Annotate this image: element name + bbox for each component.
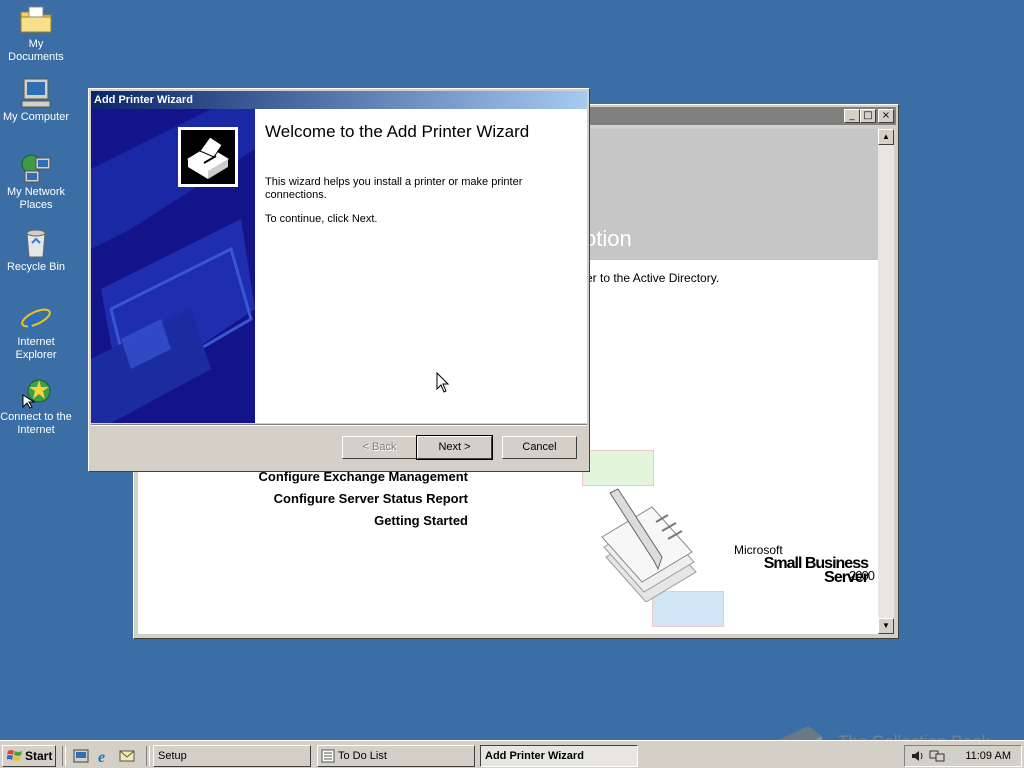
mouse-cursor-icon <box>436 372 450 393</box>
desktop-icon-label: Recycle Bin <box>6 261 66 273</box>
start-button[interactable]: Start <box>2 745 56 767</box>
internet-explorer-icon[interactable]: e <box>96 748 112 764</box>
wizard-description: This wizard helps you install a printer … <box>265 176 523 201</box>
back-button[interactable]: < Back <box>342 436 417 459</box>
volume-icon[interactable] <box>911 749 925 763</box>
windows-logo-icon <box>7 750 22 761</box>
taskbar-divider <box>62 746 66 766</box>
maximize-button[interactable]: □ <box>860 109 876 123</box>
vertical-scrollbar[interactable]: ▲ ▼ <box>878 129 894 634</box>
desktop-icon-recycle-bin[interactable]: Recycle Bin <box>0 227 72 274</box>
svg-text:e: e <box>98 749 105 764</box>
desktop-icon-label: Connect to the Internet <box>0 411 72 436</box>
desktop-icon-internet-explorer[interactable]: e Internet Explorer <box>0 302 72 362</box>
decorative-green-rect <box>582 450 654 486</box>
add-printer-wizard-dialog[interactable]: Add Printer Wizard Welcome to the Add Pr… <box>88 88 590 472</box>
internet-explorer-icon: e <box>21 305 51 334</box>
desktop-icon-my-computer[interactable]: My Computer <box>0 77 72 124</box>
wizard-instruction: To continue, click Next. <box>265 213 378 225</box>
desktop-icon-label: My Network Places <box>6 186 66 211</box>
task-label: Add Printer Wizard <box>485 750 584 762</box>
close-button[interactable]: × <box>878 109 894 123</box>
network-status-icon[interactable] <box>929 749 945 763</box>
task-label: Setup <box>158 750 187 762</box>
minimize-button[interactable]: _ <box>844 109 860 123</box>
desktop-icon-label: Internet Explorer <box>15 336 57 361</box>
wizard-title: Add Printer Wizard <box>94 94 193 106</box>
scroll-down-arrow-icon[interactable]: ▼ <box>878 618 894 634</box>
wizard-titlebar[interactable]: Add Printer Wizard <box>91 91 587 109</box>
svg-text:e: e <box>27 305 39 334</box>
system-tray: 11:09 AM <box>904 745 1022 767</box>
taskbar: Start e Setup To Do List Add Printer Wiz… <box>0 740 1024 768</box>
task-label: To Do List <box>338 750 387 762</box>
show-desktop-icon[interactable] <box>73 748 89 764</box>
printer-icon <box>178 127 238 187</box>
task-to-do-list[interactable]: To Do List <box>317 745 475 767</box>
sbs-version: 2000 <box>849 568 875 583</box>
desktop-icon-connect-to-internet[interactable]: Connect to the Internet <box>0 377 72 437</box>
wizard-heading: Welcome to the Add Printer Wizard <box>265 122 530 141</box>
cancel-button[interactable]: Cancel <box>502 436 577 459</box>
link-getting-started[interactable]: Getting Started <box>138 513 468 528</box>
next-button[interactable]: Next > <box>416 435 493 460</box>
outlook-icon[interactable] <box>119 748 135 764</box>
clock[interactable]: 11:09 AM <box>965 750 1011 762</box>
computer-icon <box>21 78 51 108</box>
task-add-printer-wizard[interactable]: Add Printer Wizard <box>480 745 638 767</box>
setup-description: er to the Active Directory. <box>586 271 720 285</box>
folder-icon <box>20 6 52 33</box>
network-icon <box>21 154 51 183</box>
start-label: Start <box>25 749 53 763</box>
sbs-documents-pencil-icon <box>601 488 697 602</box>
scroll-up-arrow-icon[interactable]: ▲ <box>878 129 894 145</box>
desktop-icon-label: My Computer <box>2 111 70 123</box>
desktop-icon-my-network-places[interactable]: My Network Places <box>0 152 72 212</box>
recycle-bin-icon <box>26 229 46 258</box>
setup-heading: otion <box>584 226 632 251</box>
to-do-list-icon <box>321 749 335 763</box>
desktop-icon-label: My Documents <box>8 38 64 63</box>
link-configure-status-report[interactable]: Configure Server Status Report <box>138 491 468 506</box>
connect-wizard-icon <box>22 379 51 409</box>
task-setup[interactable]: Setup <box>153 745 311 767</box>
wizard-separator <box>91 424 587 426</box>
wizard-body: Welcome to the Add Printer Wizard This w… <box>91 109 587 423</box>
desktop-icon-my-documents[interactable]: My Documents <box>0 4 72 64</box>
taskbar-divider <box>146 746 150 766</box>
